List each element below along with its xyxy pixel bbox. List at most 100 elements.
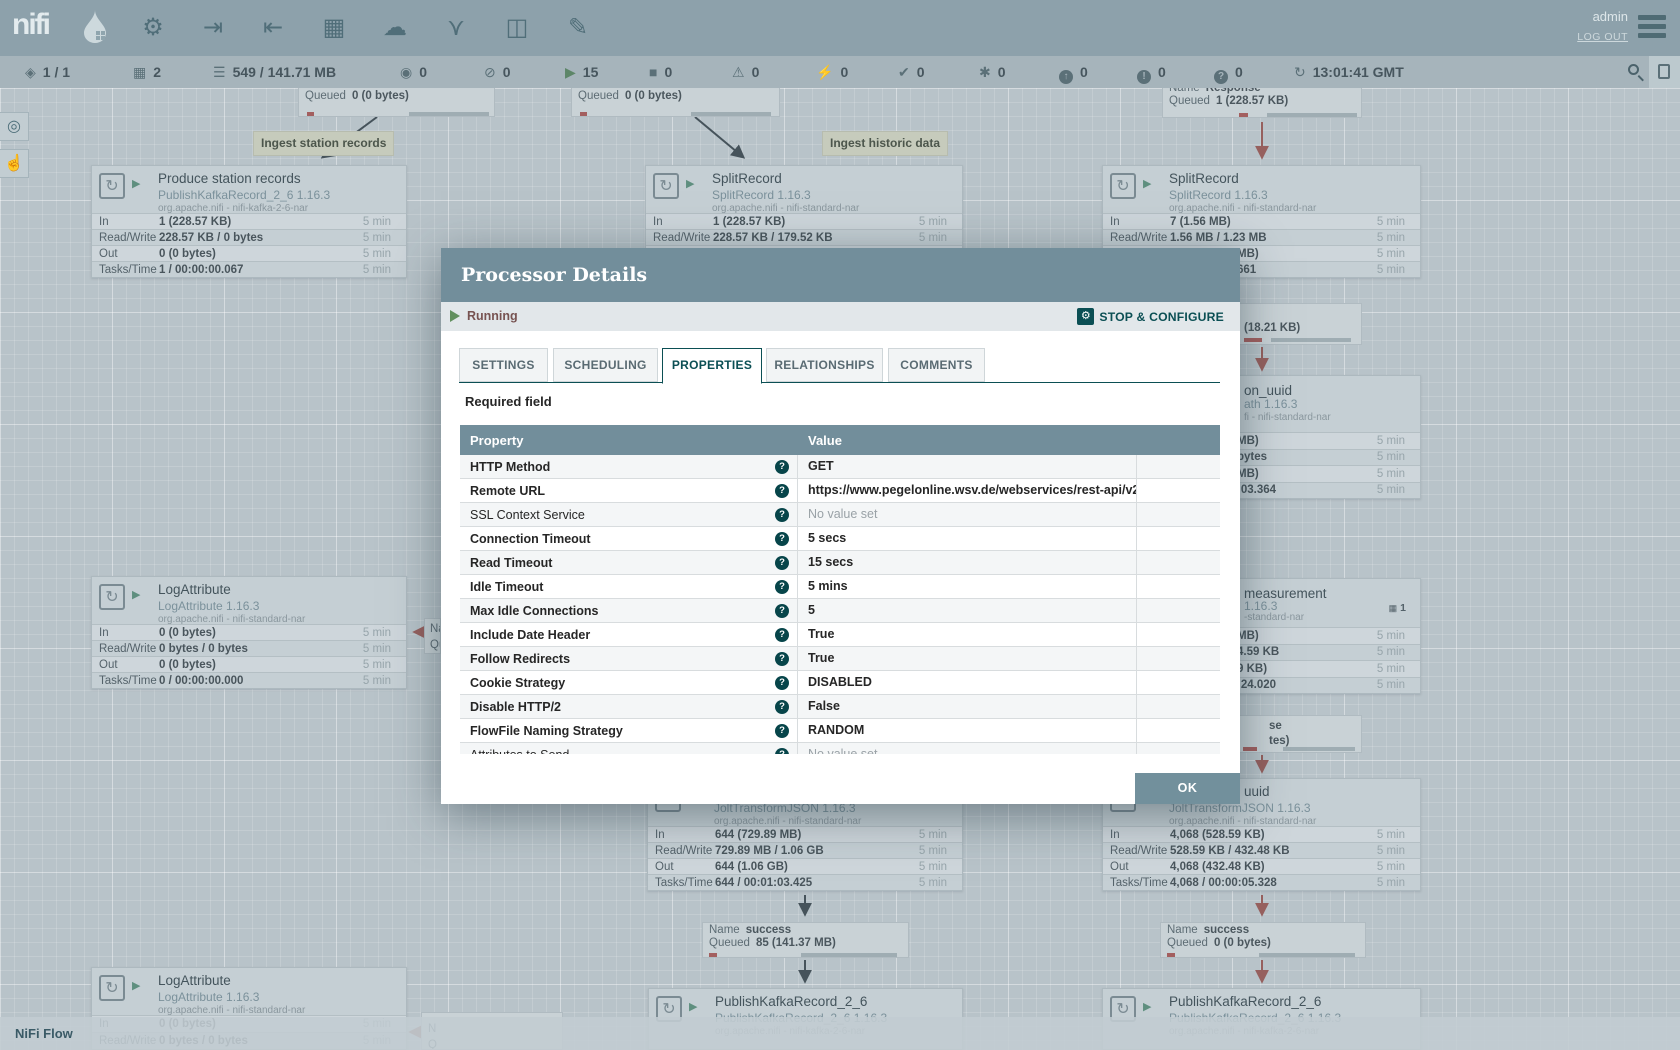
- queued-icon: ☰: [213, 64, 226, 80]
- processor-toolbar-icon[interactable]: ⚙: [134, 9, 172, 47]
- run-status-icon: ▶: [132, 979, 140, 992]
- dialog-header: Processor Details: [441, 248, 1240, 302]
- cluster-icon: ◈: [25, 64, 36, 80]
- invalid-icon: ⚠: [732, 64, 745, 80]
- help-icon[interactable]: ?: [775, 628, 789, 642]
- active-threads-count: 2: [153, 64, 161, 80]
- label-toolbar-icon[interactable]: ✎: [559, 9, 597, 47]
- processor-type-icon: ↻: [653, 173, 679, 199]
- backpressure-indicator: [1239, 113, 1248, 117]
- help-icon[interactable]: ?: [775, 724, 789, 738]
- stopped-icon: ■: [649, 64, 657, 80]
- connection-label-fragment-left[interactable]: Na Qu: [424, 618, 441, 654]
- refresh-status[interactable]: ↻13:01:41 GMT: [1294, 56, 1404, 88]
- run-status-icon: ▶: [686, 177, 694, 190]
- help-icon[interactable]: ?: [775, 532, 789, 546]
- processor-stats: In1 (228.57 KB)5 min Read/Write228.57 KB…: [92, 213, 406, 277]
- transmitting-icon: ◉: [400, 64, 412, 80]
- global-menu-icon[interactable]: [1638, 15, 1666, 39]
- queued-count: 549 / 141.71 MB: [233, 64, 337, 80]
- breadcrumb-root[interactable]: NiFi Flow: [15, 1017, 73, 1050]
- connection-label-success-mid[interactable]: Namesuccess Queued85 (141.37 MB): [702, 922, 909, 958]
- backpressure-indicator: [1283, 747, 1355, 751]
- property-row-connection-timeout: Connection Timeout? 5 secs: [460, 527, 1220, 551]
- search-icon[interactable]: [1626, 62, 1646, 82]
- required-field-note: Required field: [465, 394, 552, 409]
- running-icon: ▶: [565, 64, 576, 80]
- navigate-palette-button[interactable]: ◎: [0, 112, 29, 141]
- locally-modified-stale-icon: !: [1137, 70, 1151, 84]
- processor-type-icon: ↻: [99, 584, 125, 610]
- running-status-text: Running: [467, 302, 518, 331]
- help-icon[interactable]: ?: [775, 508, 789, 522]
- process-group-toolbar-icon[interactable]: ▦: [315, 9, 353, 47]
- dialog-title: Processor Details: [461, 248, 647, 302]
- tab-properties[interactable]: PROPERTIES: [662, 348, 762, 384]
- properties-table-header: Property Value: [460, 425, 1220, 455]
- backpressure-indicator: [1267, 113, 1357, 117]
- help-icon[interactable]: ?: [775, 580, 789, 594]
- property-row-follow-redirects: Follow Redirects? True: [460, 647, 1220, 671]
- help-icon[interactable]: ?: [775, 604, 789, 618]
- tab-relationships[interactable]: RELATIONSHIPS: [766, 348, 883, 382]
- tab-settings[interactable]: SETTINGS: [459, 348, 548, 382]
- run-status-icon: ▶: [1143, 177, 1151, 190]
- navigate-icon: ◎: [7, 118, 21, 135]
- threads-icon: ▦: [1389, 603, 1398, 613]
- canvas-label-ingest-station[interactable]: Ingest station records: [253, 131, 394, 156]
- run-status-icon: ▶: [132, 588, 140, 601]
- canvas-label-ingest-historic[interactable]: Ingest historic data: [822, 131, 948, 156]
- operate-palette-button[interactable]: ☝: [0, 149, 29, 178]
- up-to-date-icon: ✔: [898, 64, 910, 80]
- flow-status-bar: ◈1 / 1 ▦2 ☰549 / 141.71 MB ◉0 ⊘0 ▶15 ■0 …: [0, 56, 1680, 88]
- help-icon[interactable]: ?: [775, 556, 789, 570]
- stop-and-configure-button[interactable]: ⚙ STOP & CONFIGURE: [1077, 302, 1224, 331]
- locally-modified-icon: ✱: [979, 64, 991, 80]
- help-icon[interactable]: ?: [775, 484, 789, 498]
- app-header: nifi ⚙ ⇥ ⇤ ▦ ☁ ⋎ ◫ ✎ admin LOG OUT: [0, 0, 1680, 56]
- property-row-disable-http2: Disable HTTP/2? False: [460, 695, 1220, 719]
- property-row-remote-url: Remote URL? https://www.pegelonline.wsv.…: [460, 479, 1220, 503]
- run-status-icon: ▶: [689, 1000, 697, 1013]
- tab-scheduling[interactable]: SCHEDULING: [553, 348, 658, 382]
- remote-process-group-toolbar-icon[interactable]: ☁: [376, 9, 414, 47]
- column-property: Property: [460, 433, 798, 448]
- stale-icon: ↑: [1059, 70, 1073, 84]
- logout-link[interactable]: LOG OUT: [1577, 31, 1628, 43]
- property-row-include-date-header: Include Date Header? True: [460, 623, 1220, 647]
- last-refresh-time: 13:01:41 GMT: [1313, 64, 1404, 80]
- backpressure-indicator: [709, 953, 717, 957]
- processor-logattribute-mid[interactable]: ↻ ▶ LogAttribute LogAttribute 1.16.3 org…: [91, 576, 407, 689]
- active-threads-icon: ▦: [133, 64, 146, 80]
- input-port-toolbar-icon[interactable]: ⇥: [194, 9, 232, 47]
- settings-panel-button[interactable]: [1649, 56, 1680, 88]
- running-status-icon: [450, 310, 460, 322]
- run-status-icon: ▶: [1143, 1000, 1151, 1013]
- property-row-flowfile-naming-strategy: FlowFile Naming Strategy? RANDOM: [460, 719, 1220, 743]
- processor-type-icon: ↻: [99, 173, 125, 199]
- help-icon[interactable]: ?: [775, 700, 789, 714]
- dialog-tabs: SETTINGS SCHEDULING PROPERTIES RELATIONS…: [459, 348, 1220, 383]
- operate-icon: ☝: [4, 155, 24, 172]
- funnel-toolbar-icon[interactable]: ⋎: [437, 9, 475, 47]
- current-user: admin: [1593, 9, 1628, 24]
- help-icon[interactable]: ?: [775, 460, 789, 474]
- tab-comments[interactable]: COMMENTS: [888, 348, 985, 382]
- backpressure-indicator: [1271, 338, 1351, 342]
- template-toolbar-icon[interactable]: ◫: [498, 9, 536, 47]
- nifi-logo: nifi: [12, 8, 49, 42]
- help-icon[interactable]: ?: [775, 676, 789, 690]
- cluster-count: 1 / 1: [43, 64, 70, 80]
- processor-produce-station-records[interactable]: ↻ ▶ Produce station records PublishKafka…: [91, 165, 407, 278]
- breadcrumb: NiFi Flow: [0, 1017, 1680, 1050]
- ok-button[interactable]: OK: [1135, 773, 1240, 804]
- run-status-icon: ▶: [132, 177, 140, 190]
- help-icon[interactable]: ?: [775, 652, 789, 666]
- column-value: Value: [798, 433, 1137, 448]
- properties-table: Property Value HTTP Method? GET Remote U…: [460, 425, 1220, 754]
- output-port-toolbar-icon[interactable]: ⇤: [254, 9, 292, 47]
- help-icon[interactable]: ?: [775, 748, 789, 755]
- dialog-status-row: Running ⚙ STOP & CONFIGURE: [441, 302, 1240, 331]
- property-row-http-method: HTTP Method? GET: [460, 455, 1220, 479]
- connection-label-success-right[interactable]: Namesuccess Queued0 (0 bytes): [1160, 922, 1366, 958]
